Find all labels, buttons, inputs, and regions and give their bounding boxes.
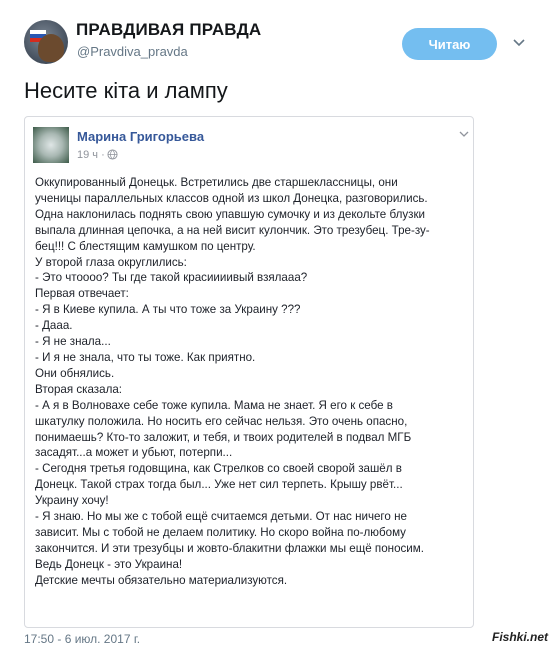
profile-avatar[interactable] xyxy=(24,20,68,64)
tweet-header: ПРАВДИВАЯ ПРАВДА @Pravdiva_pravda Читаю xyxy=(0,0,554,76)
tweet-text: Несите кіта и лампу xyxy=(24,78,228,103)
post-line: - Я знаю. Но мы же с тобой ещё считаемся… xyxy=(35,510,407,524)
post-line: Вторая сказала: xyxy=(35,382,123,396)
tweet-timestamp[interactable]: 17:50 - 6 июл. 2017 г. xyxy=(24,632,140,646)
post-line: Одна наклонилась поднять свою упавшую су… xyxy=(35,207,426,221)
post-line: Ведь Донецк - это Украина! xyxy=(35,557,183,571)
post-line: - Это чтоооо? Ты где такой красиииивый в… xyxy=(35,271,308,285)
post-line: - Сегодня третья годовщина, как Стрелков… xyxy=(35,462,402,476)
post-line: ученицы параллельных классов одной из шк… xyxy=(35,191,428,205)
post-time: 19 ч · xyxy=(77,149,105,161)
post-line: понимаешь? Кто-то заложит, и тебя, и тво… xyxy=(35,430,412,444)
post-author-avatar xyxy=(33,127,69,163)
post-line: Детские мечты обязательно материализуютс… xyxy=(35,573,288,587)
post-line: бец!!! С блестящим камушком по центру. xyxy=(35,239,256,253)
chevron-down-icon[interactable] xyxy=(512,36,526,50)
post-line: Донецк. Такой страх тогда был... Уже нет… xyxy=(35,478,403,492)
embedded-post-image[interactable]: Марина Григорьева 19 ч · Оккупированный … xyxy=(24,116,474,628)
post-line: - Я не знала... xyxy=(35,335,111,349)
post-line: - Дааа. xyxy=(35,319,73,333)
watermark: Fishki.net xyxy=(492,630,549,644)
post-line: - А я в Волновахе себе тоже купила. Мама… xyxy=(35,398,393,412)
globe-icon xyxy=(107,149,118,160)
post-line: закончится. И эти трезубцы и жовто-блаки… xyxy=(35,541,424,555)
user-handle[interactable]: @Pravdiva_pravda xyxy=(77,44,188,59)
post-line: Они обнялись. xyxy=(35,366,115,380)
post-line: засадят...а может и убьют, потерпи... xyxy=(35,446,233,460)
post-line: Украину хочу! xyxy=(35,494,109,508)
bear-figure xyxy=(38,34,64,62)
post-line: - Я в Киеве купила. А ты что тоже за Укр… xyxy=(35,303,301,317)
post-line: выпала длинная цепочка, а на ней висит к… xyxy=(35,223,430,237)
follow-button[interactable]: Читаю xyxy=(402,28,497,60)
chevron-down-icon xyxy=(459,131,469,137)
post-author-name: Марина Григорьева xyxy=(77,129,205,144)
post-line: Оккупированный Донецьк. Встретились две … xyxy=(35,176,398,189)
post-line: зависит. Мы с тобой не делаем политику. … xyxy=(35,525,406,539)
post-line: - И я не знала, что ты тоже. Как приятно… xyxy=(35,350,256,364)
post-line: Первая отвечает: xyxy=(35,287,129,301)
post-line: шкатулку положила. Но носить его сейчас … xyxy=(35,414,408,428)
post-line: У второй глаза округлились: xyxy=(35,255,187,269)
post-body: Оккупированный Донецьк. Встретились две … xyxy=(35,175,467,589)
display-name[interactable]: ПРАВДИВАЯ ПРАВДА xyxy=(76,20,261,40)
